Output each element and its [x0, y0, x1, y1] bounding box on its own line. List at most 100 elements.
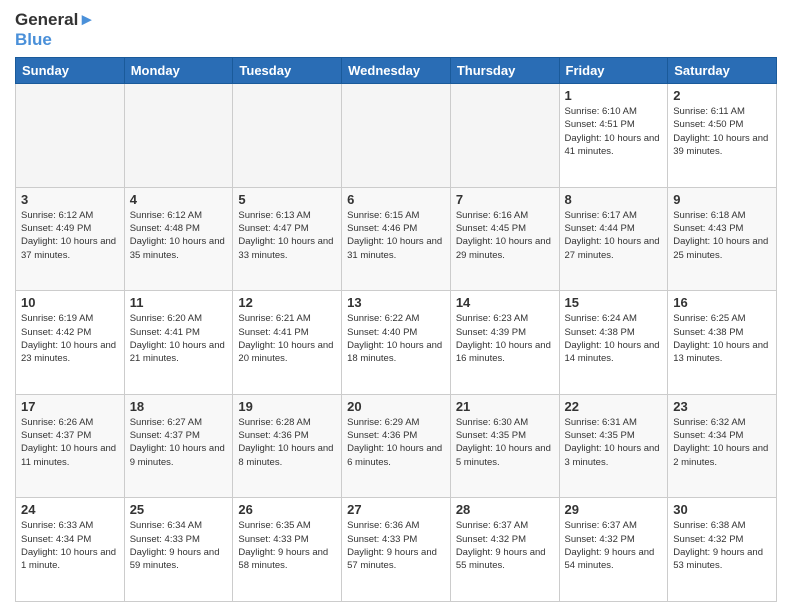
day-number: 28 [456, 502, 554, 517]
day-number: 6 [347, 192, 445, 207]
day-info: Sunrise: 6:35 AM Sunset: 4:33 PM Dayligh… [238, 519, 336, 572]
day-info: Sunrise: 6:11 AM Sunset: 4:50 PM Dayligh… [673, 105, 771, 158]
day-number: 26 [238, 502, 336, 517]
day-cell: 3 Sunrise: 6:12 AM Sunset: 4:49 PM Daylig… [16, 187, 125, 291]
day-number: 12 [238, 295, 336, 310]
weekday-header-friday: Friday [559, 58, 668, 84]
day-cell: 6 Sunrise: 6:15 AM Sunset: 4:46 PM Daylig… [342, 187, 451, 291]
day-cell: 11 Sunrise: 6:20 AM Sunset: 4:41 PM Dayli… [124, 291, 233, 395]
day-number: 10 [21, 295, 119, 310]
day-info: Sunrise: 6:19 AM Sunset: 4:42 PM Dayligh… [21, 312, 119, 365]
day-info: Sunrise: 6:33 AM Sunset: 4:34 PM Dayligh… [21, 519, 119, 572]
day-number: 21 [456, 399, 554, 414]
day-cell: 18Sunrise: 6:27 AM Sunset: 4:37 PM Dayli… [124, 394, 233, 498]
day-cell: 25 Sunrise: 6:34 AM Sunset: 4:33 PM Dayli… [124, 498, 233, 602]
logo-text: General► Blue [15, 10, 95, 49]
day-info: Sunrise: 6:30 AM Sunset: 4:35 PM Dayligh… [456, 416, 554, 469]
day-cell: 10 Sunrise: 6:19 AM Sunset: 4:42 PM Dayli… [16, 291, 125, 395]
day-number: 13 [347, 295, 445, 310]
day-number: 25 [130, 502, 228, 517]
weekday-header-tuesday: Tuesday [233, 58, 342, 84]
day-number: 24 [21, 502, 119, 517]
day-number: 15 [565, 295, 663, 310]
day-cell: 13 Sunrise: 6:22 AM Sunset: 4:40 PM Dayli… [342, 291, 451, 395]
week-row-5: 24 Sunrise: 6:33 AM Sunset: 4:34 PM Dayli… [16, 498, 777, 602]
weekday-header-thursday: Thursday [450, 58, 559, 84]
day-info: Sunrise: 6:25 AM Sunset: 4:38 PM Dayligh… [673, 312, 771, 365]
day-cell: 12 Sunrise: 6:21 AM Sunset: 4:41 PM Dayli… [233, 291, 342, 395]
day-info: Sunrise: 6:24 AM Sunset: 4:38 PM Dayligh… [565, 312, 663, 365]
weekday-header-monday: Monday [124, 58, 233, 84]
day-info: Sunrise: 6:18 AM Sunset: 4:43 PM Dayligh… [673, 209, 771, 262]
weekday-header-saturday: Saturday [668, 58, 777, 84]
day-number: 2 [673, 88, 771, 103]
day-number: 16 [673, 295, 771, 310]
day-cell: 22 Sunrise: 6:31 AM Sunset: 4:35 PM Dayli… [559, 394, 668, 498]
day-number: 9 [673, 192, 771, 207]
day-info: Sunrise: 6:29 AM Sunset: 4:36 PM Dayligh… [347, 416, 445, 469]
day-cell: 28 Sunrise: 6:37 AM Sunset: 4:32 PM Dayli… [450, 498, 559, 602]
day-info: Sunrise: 6:12 AM Sunset: 4:49 PM Dayligh… [21, 209, 119, 262]
day-cell: 30 Sunrise: 6:38 AM Sunset: 4:32 PM Dayli… [668, 498, 777, 602]
day-info: Sunrise: 6:20 AM Sunset: 4:41 PM Dayligh… [130, 312, 228, 365]
day-cell [450, 84, 559, 188]
day-info: Sunrise: 6:37 AM Sunset: 4:32 PM Dayligh… [565, 519, 663, 572]
day-cell: 24 Sunrise: 6:33 AM Sunset: 4:34 PM Dayli… [16, 498, 125, 602]
day-cell: 17 Sunrise: 6:26 AM Sunset: 4:37 PM Dayli… [16, 394, 125, 498]
day-cell [233, 84, 342, 188]
day-number: 22 [565, 399, 663, 414]
day-number: 4 [130, 192, 228, 207]
day-info: Sunrise: 6:15 AM Sunset: 4:46 PM Dayligh… [347, 209, 445, 262]
day-cell: 19 Sunrise: 6:28 AM Sunset: 4:36 PM Dayli… [233, 394, 342, 498]
day-info: Sunrise: 6:36 AM Sunset: 4:33 PM Dayligh… [347, 519, 445, 572]
day-info: Sunrise: 6:26 AM Sunset: 4:37 PM Dayligh… [21, 416, 119, 469]
day-info: Sunrise: 6:22 AM Sunset: 4:40 PM Dayligh… [347, 312, 445, 365]
day-info: Sunrise: 6:13 AM Sunset: 4:47 PM Dayligh… [238, 209, 336, 262]
day-number: 7 [456, 192, 554, 207]
day-cell: 8Sunrise: 6:17 AM Sunset: 4:44 PM Daylig… [559, 187, 668, 291]
day-number: 19 [238, 399, 336, 414]
day-number: 11 [130, 295, 228, 310]
day-info: Sunrise: 6:27 AM Sunset: 4:37 PM Dayligh… [130, 416, 228, 469]
day-cell [342, 84, 451, 188]
day-cell: 15 Sunrise: 6:24 AM Sunset: 4:38 PM Dayli… [559, 291, 668, 395]
day-cell: 26 Sunrise: 6:35 AM Sunset: 4:33 PM Dayli… [233, 498, 342, 602]
page: General► Blue SundayMondayTuesdayWednesd… [0, 0, 792, 612]
day-cell: 27 Sunrise: 6:36 AM Sunset: 4:33 PM Dayli… [342, 498, 451, 602]
day-info: Sunrise: 6:12 AM Sunset: 4:48 PM Dayligh… [130, 209, 228, 262]
day-number: 3 [21, 192, 119, 207]
day-cell: 14Sunrise: 6:23 AM Sunset: 4:39 PM Dayli… [450, 291, 559, 395]
day-info: Sunrise: 6:38 AM Sunset: 4:32 PM Dayligh… [673, 519, 771, 572]
day-number: 5 [238, 192, 336, 207]
weekday-header-row: SundayMondayTuesdayWednesdayThursdayFrid… [16, 58, 777, 84]
day-cell: 9 Sunrise: 6:18 AM Sunset: 4:43 PM Daylig… [668, 187, 777, 291]
day-info: Sunrise: 6:31 AM Sunset: 4:35 PM Dayligh… [565, 416, 663, 469]
day-number: 1 [565, 88, 663, 103]
day-number: 30 [673, 502, 771, 517]
day-number: 20 [347, 399, 445, 414]
day-info: Sunrise: 6:10 AM Sunset: 4:51 PM Dayligh… [565, 105, 663, 158]
day-number: 27 [347, 502, 445, 517]
day-cell: 16 Sunrise: 6:25 AM Sunset: 4:38 PM Dayli… [668, 291, 777, 395]
day-info: Sunrise: 6:37 AM Sunset: 4:32 PM Dayligh… [456, 519, 554, 572]
day-number: 17 [21, 399, 119, 414]
day-number: 29 [565, 502, 663, 517]
day-number: 23 [673, 399, 771, 414]
week-row-1: 1 Sunrise: 6:10 AM Sunset: 4:51 PM Daylig… [16, 84, 777, 188]
day-cell: 21 Sunrise: 6:30 AM Sunset: 4:35 PM Dayli… [450, 394, 559, 498]
header: General► Blue [15, 10, 777, 49]
week-row-3: 10 Sunrise: 6:19 AM Sunset: 4:42 PM Dayli… [16, 291, 777, 395]
day-info: Sunrise: 6:21 AM Sunset: 4:41 PM Dayligh… [238, 312, 336, 365]
day-info: Sunrise: 6:34 AM Sunset: 4:33 PM Dayligh… [130, 519, 228, 572]
day-cell: 23 Sunrise: 6:32 AM Sunset: 4:34 PM Dayli… [668, 394, 777, 498]
day-cell [124, 84, 233, 188]
day-number: 8 [565, 192, 663, 207]
day-info: Sunrise: 6:28 AM Sunset: 4:36 PM Dayligh… [238, 416, 336, 469]
week-row-4: 17 Sunrise: 6:26 AM Sunset: 4:37 PM Dayli… [16, 394, 777, 498]
week-row-2: 3 Sunrise: 6:12 AM Sunset: 4:49 PM Daylig… [16, 187, 777, 291]
day-number: 14 [456, 295, 554, 310]
day-cell: 4 Sunrise: 6:12 AM Sunset: 4:48 PM Daylig… [124, 187, 233, 291]
day-cell: 20 Sunrise: 6:29 AM Sunset: 4:36 PM Dayli… [342, 394, 451, 498]
calendar-table: SundayMondayTuesdayWednesdayThursdayFrid… [15, 57, 777, 602]
day-info: Sunrise: 6:32 AM Sunset: 4:34 PM Dayligh… [673, 416, 771, 469]
